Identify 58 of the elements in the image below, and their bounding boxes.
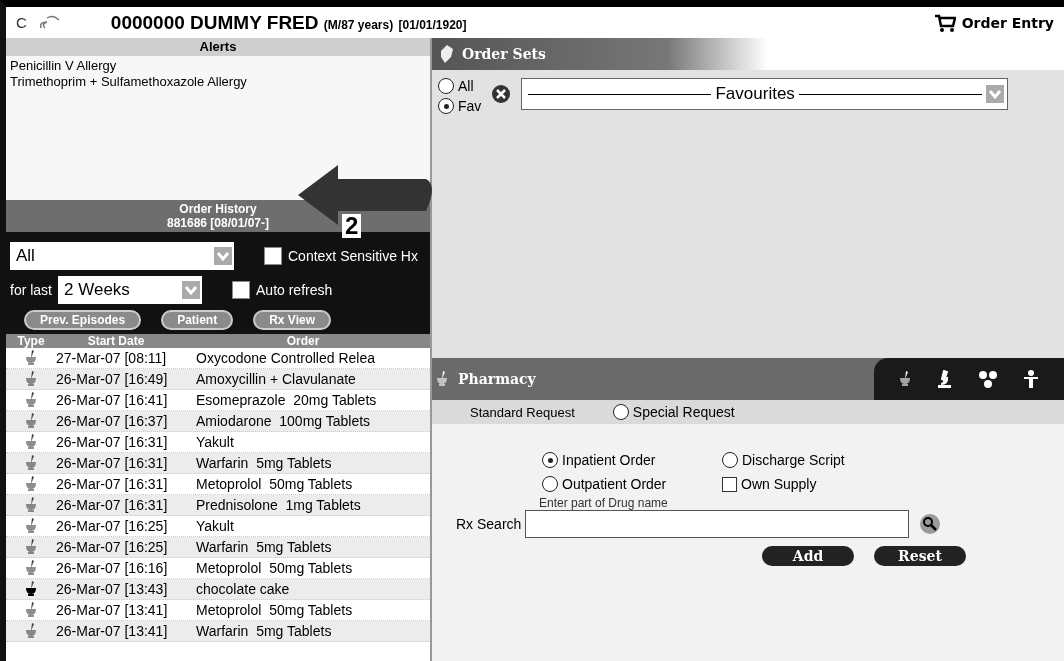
own-supply-checkbox[interactable]: Own Supply — [722, 476, 902, 492]
type-filter-select[interactable]: All — [10, 242, 234, 270]
order-cell-text: Amoxycillin + Clavulanate — [196, 371, 357, 387]
set-radio[interactable]: All — [438, 78, 482, 94]
order-type-radio[interactable]: Inpatient Order — [542, 452, 722, 468]
header-code: C — [16, 14, 27, 31]
start-date-cell-text: 26-Mar-07 [16:31] — [56, 455, 169, 471]
start-date-cell-text: 26-Mar-07 [16:25] — [56, 518, 169, 534]
start-date-cell-text: 26-Mar-07 [16:31] — [56, 497, 169, 513]
order-cell-text: Warfarin 5mg Tablets — [196, 539, 333, 555]
start-date-cell-text: 26-Mar-07 [13:41] — [56, 602, 169, 618]
order-cell-text: Oxycodone Controlled Relea — [196, 350, 376, 366]
start-date-cell-text: 26-Mar-07 [16:37] — [56, 413, 169, 429]
order-cell-text: Esomeprazole 20mg Tablets — [196, 392, 378, 408]
order-cell-text: Yakult — [196, 434, 235, 450]
action-button[interactable]: Reset — [874, 546, 966, 566]
column-header: Start Date — [86, 334, 146, 348]
start-date-cell-text: 26-Mar-07 [16:16] — [56, 560, 169, 576]
patient-title: 0000000 DUMMY FRED (M/87 years) [01/01/1920] — [110, 11, 467, 34]
order-cell-text: Warfarin 5mg Tablets — [196, 455, 333, 471]
column-header: Type — [16, 334, 46, 348]
period-label: for last — [10, 282, 52, 298]
start-date-cell-text: 26-Mar-07 [13:43] — [56, 581, 169, 597]
set-radio[interactable]: Fav — [438, 98, 482, 114]
context-label: Context Sensitive Hx — [288, 248, 418, 264]
period-select[interactable]: 2 Weeks — [58, 276, 202, 304]
pharmacy-title: Pharmacy — [458, 371, 536, 387]
order-sets-title: Order Sets — [462, 46, 546, 62]
order-cell-text: Prednisolone 1mg Tablets — [196, 497, 362, 513]
order-cell-text: Metoprolol 50mg Tablets — [196, 560, 354, 576]
special-request-radio[interactable]: Special Request — [612, 404, 735, 420]
start-date-cell-text: 27-Mar-07 [08:11] — [56, 350, 168, 366]
auto-refresh-label: Auto refresh — [256, 282, 333, 298]
order-type-radio[interactable]: Outpatient Order — [542, 476, 722, 492]
start-date-cell-text: 26-Mar-07 [16:49] — [56, 371, 169, 387]
alert-text: Trimethoprim + Sulfamethoxazole Allergy — [10, 74, 248, 90]
standard-request-label: Standard Request — [470, 404, 575, 420]
start-date-cell-text: 26-Mar-07 [16:31] — [56, 434, 169, 450]
order-cell-text: Yakult — [196, 518, 235, 534]
order-cell-text: Metoprolol 50mg Tablets — [196, 602, 354, 618]
module-title: Order Entry — [961, 14, 1054, 31]
alert-text: Penicillin V Allergy — [10, 58, 118, 74]
order-set-select[interactable]: Favourites — [521, 78, 1008, 110]
search-label: Rx Search — [456, 516, 522, 532]
order-cell-text: Amiodarone 100mg Tablets — [196, 413, 372, 429]
order-type-radio[interactable]: Discharge Script — [722, 452, 902, 468]
callout-number: 2 — [342, 214, 362, 238]
order-cell-text: Metoprolol 50mg Tablets — [196, 476, 354, 492]
order-cell-text: Warfarin 5mg Tablets — [196, 623, 333, 639]
start-date-cell-text: 26-Mar-07 [16:31] — [56, 476, 169, 492]
search-hint: Enter part of Drug name — [539, 496, 669, 510]
start-date-cell-text: 26-Mar-07 [16:41] — [56, 392, 169, 408]
start-date-cell-text: 26-Mar-07 [13:41] — [56, 623, 169, 639]
alerts-header: Alerts — [6, 38, 430, 56]
column-header: Order — [285, 334, 321, 348]
start-date-cell-text: 26-Mar-07 [16:25] — [56, 539, 169, 555]
order-cell-text: chocolate cake — [196, 581, 291, 597]
action-button[interactable]: Add — [762, 546, 854, 566]
